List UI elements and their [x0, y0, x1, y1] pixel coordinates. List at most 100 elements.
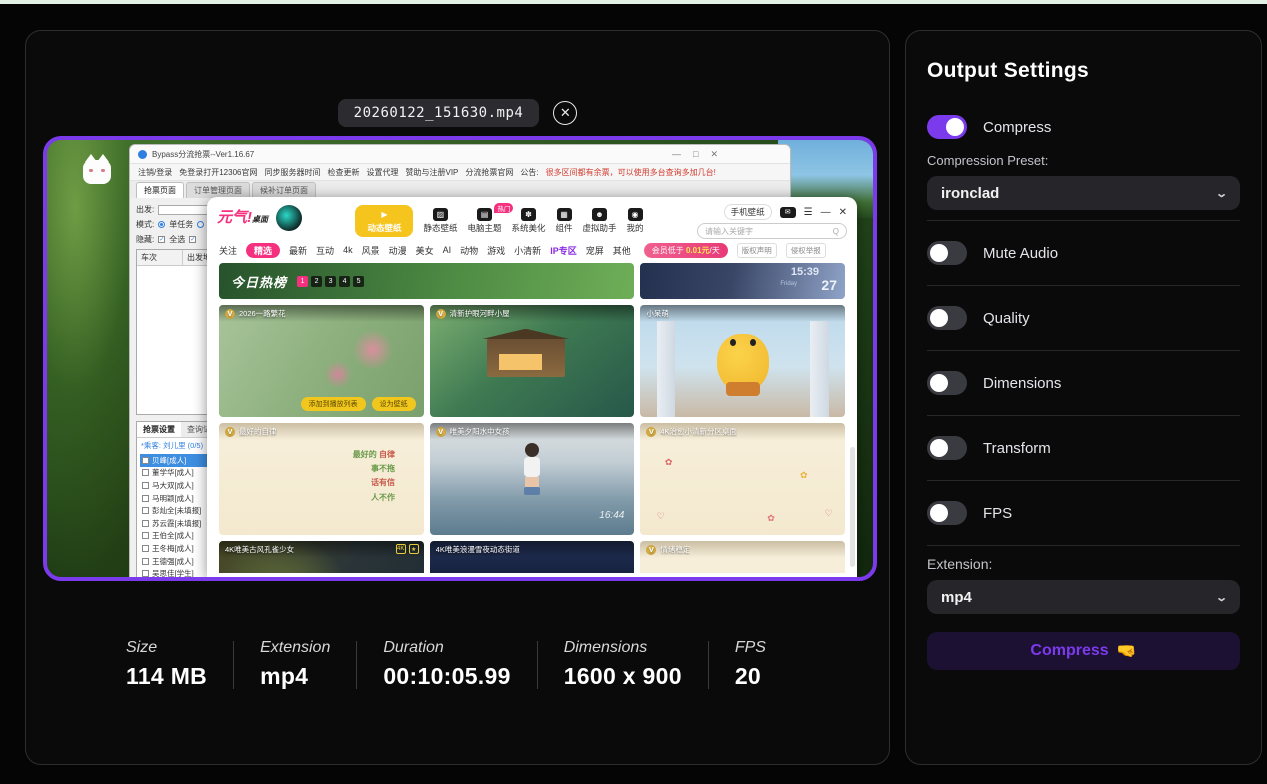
toolbar-item[interactable]: 赞助与注册VIP [405, 167, 458, 178]
toolbar-item[interactable]: 设置代理 [366, 167, 398, 178]
remove-file-button[interactable]: ✕ [553, 101, 577, 125]
preset-label: Compression Preset: [927, 153, 1240, 168]
set-as-wallpaper-button[interactable]: 设为壁纸 [372, 397, 416, 411]
category-animal[interactable]: 动物 [460, 244, 478, 257]
file-metadata: Size 114 MB Extension mp4 Duration 00:10… [126, 639, 766, 690]
wallpaper-card-peacock[interactable]: 4K唯美古风孔雀少女 4K★ [219, 541, 424, 573]
wallpaper-card-emotion[interactable]: V情绪稳定 情 [640, 541, 845, 573]
category-fresh[interactable]: 小清新 [514, 244, 541, 257]
toolbar-item: 公告: [520, 167, 538, 178]
avatar[interactable] [276, 205, 302, 231]
toolbar-item[interactable]: 检查更新 [327, 167, 359, 178]
video-preview[interactable]: Bypass分流抢票--Ver1.16.67 — □ ✕ 注销/登录 免登录打开… [43, 136, 877, 581]
wallpaper-card-sunset-girl[interactable]: V唯美夕阳水中女孩 16:44 [430, 423, 635, 535]
wallpaper-card-fresh-grid[interactable]: V4K治愈小清新分区桌面 ✿ ✿ ♡ ✿ ♡ [640, 423, 845, 535]
select-all-checkbox[interactable]: ✓ [158, 236, 165, 243]
category-other[interactable]: 其他 [613, 244, 631, 257]
category-4k[interactable]: 4k [343, 245, 353, 255]
category-pet-screen[interactable]: 宠屏 [586, 244, 604, 257]
nav-system-beautify[interactable]: ✽ 系统美化 [511, 208, 545, 234]
extension-label: Extension: [927, 556, 1240, 572]
category-follow[interactable]: 关注 [219, 244, 237, 257]
category-scenery[interactable]: 风景 [362, 244, 380, 257]
category-interactive[interactable]: 互动 [316, 244, 334, 257]
category-beauty[interactable]: 美女 [416, 244, 434, 257]
hot-ranking-banner[interactable]: 今日热榜 1 2 3 4 5 [219, 263, 634, 299]
radio-single-task[interactable] [158, 221, 165, 228]
nav-pc-theme[interactable]: 热门 ▤ 电脑主题 [467, 208, 501, 234]
meta-duration: Duration 00:10:05.99 [383, 639, 510, 690]
tab-grab-settings[interactable]: 抢票设置 [137, 422, 181, 437]
compress-button[interactable]: Compress 🤜 [927, 632, 1240, 670]
maximize-icon[interactable]: □ [693, 149, 698, 160]
tab-grab[interactable]: 抢票页面 [136, 182, 184, 198]
image-icon: ▨ [433, 208, 448, 221]
category-game[interactable]: 游戏 [487, 244, 505, 257]
dimensions-toggle[interactable] [927, 371, 967, 395]
mail-icon[interactable]: ✉ [780, 207, 796, 218]
close-icon[interactable]: ✕ [839, 207, 847, 218]
page-dot[interactable]: 3 [325, 276, 336, 287]
category-newest[interactable]: 最新 [289, 244, 307, 257]
add-to-playlist-button[interactable]: 添加到播放列表 [301, 397, 366, 411]
meta-size: Size 114 MB [126, 639, 207, 690]
meta-extension: Extension mp4 [260, 639, 330, 690]
menu-icon[interactable]: ☰ [804, 207, 813, 218]
compress-toggle[interactable] [927, 115, 967, 139]
category-ai[interactable]: AI [443, 245, 452, 255]
minimize-icon[interactable]: — [672, 149, 681, 160]
header-right: 手机壁纸 ✉ ☰ — ✕ 请输入关键字 Q [697, 204, 847, 239]
minimize-icon[interactable]: — [821, 207, 831, 218]
infringement-report-button[interactable]: 侵权举报 [786, 243, 826, 258]
transform-toggle[interactable] [927, 436, 967, 460]
file-card: 20260122_151630.mp4 ✕ Bypass分流抢票--Ver1.1… [25, 30, 890, 765]
tab-waitlist[interactable]: 候补订单页面 [252, 182, 316, 198]
wallpaper-card-snow-street[interactable]: 4K唯美浪漫雪夜动态街道 [430, 541, 635, 573]
category-ip-zone[interactable]: IP专区 [550, 244, 577, 257]
assistant-icon: ☻ [592, 208, 607, 221]
bypass-toolbar: 注销/登录 免登录打开12306官网 同步服务器时间 检查更新 设置代理 赞助与… [130, 163, 790, 181]
nav-widgets[interactable]: ▦ 组件 [556, 208, 573, 234]
wallpaper-card-cabin[interactable]: V清新护眼河畔小屋 [430, 305, 635, 417]
toolbar-item[interactable]: 同步服务器时间 [264, 167, 320, 178]
depart-label: 出发: [136, 204, 154, 215]
page-dot[interactable]: 1 [297, 276, 308, 287]
wallpaper-card-mascot[interactable]: 小呆萌 [640, 305, 845, 417]
wallpaper-card-discipline[interactable]: V最好的自律 最好的 自律 事不拖 话有信 人不作 [219, 423, 424, 535]
nav-static-wallpaper[interactable]: ▨ 静态壁纸 [423, 208, 457, 234]
nav-virtual-assistant[interactable]: ☻ 虚拟助手 [583, 208, 617, 234]
checkbox[interactable]: ✓ [189, 236, 196, 243]
app-icon [138, 150, 147, 159]
extension-select[interactable]: mp4 ⌄ [927, 580, 1240, 614]
time-watermark: 16:44 [599, 510, 624, 521]
vip-price-badge[interactable]: 会员低于 0.01元/天 [644, 243, 728, 258]
scrollbar[interactable] [850, 447, 855, 567]
tab-orders[interactable]: 订单管理页面 [186, 182, 250, 198]
toolbar-item[interactable]: 注销/登录 [138, 167, 172, 178]
transform-toggle-row: Transform [927, 426, 1240, 470]
compression-preset-select[interactable]: ironclad ⌄ [927, 176, 1240, 210]
phone-wallpaper-button[interactable]: 手机壁纸 [724, 204, 772, 220]
search-input[interactable]: 请输入关键字 Q [697, 223, 847, 239]
fps-toggle[interactable] [927, 501, 967, 525]
nav-mine[interactable]: ◉ 我的 [627, 208, 644, 234]
quality-toggle[interactable] [927, 306, 967, 330]
vip-icon: V [436, 427, 446, 437]
nav-dynamic-wallpaper[interactable]: ▶ 动态壁纸 [355, 205, 413, 237]
category-anime[interactable]: 动漫 [389, 244, 407, 257]
copyright-statement-button[interactable]: 版权声明 [737, 243, 777, 258]
wallpaper-card-flowers[interactable]: V2026一路繁花 添加到播放列表 设为壁纸 [219, 305, 424, 417]
radio-other[interactable] [197, 221, 204, 228]
vip-icon: V [225, 427, 235, 437]
fist-emoji-icon: 🤜 [1117, 641, 1137, 661]
toolbar-item[interactable]: 分流抢票官网 [465, 167, 513, 178]
toolbar-item[interactable]: 免登录打开12306官网 [179, 167, 257, 178]
page-dot[interactable]: 2 [311, 276, 322, 287]
mute-audio-toggle[interactable] [927, 241, 967, 265]
page-dot[interactable]: 5 [353, 276, 364, 287]
clock-wallpaper-card[interactable]: 15:39 Friday 27 [640, 263, 845, 299]
close-icon[interactable]: ✕ [710, 149, 718, 160]
badge-icon: 4K [396, 544, 406, 554]
page-dot[interactable]: 4 [339, 276, 350, 287]
category-featured[interactable]: 精选 [246, 243, 280, 258]
